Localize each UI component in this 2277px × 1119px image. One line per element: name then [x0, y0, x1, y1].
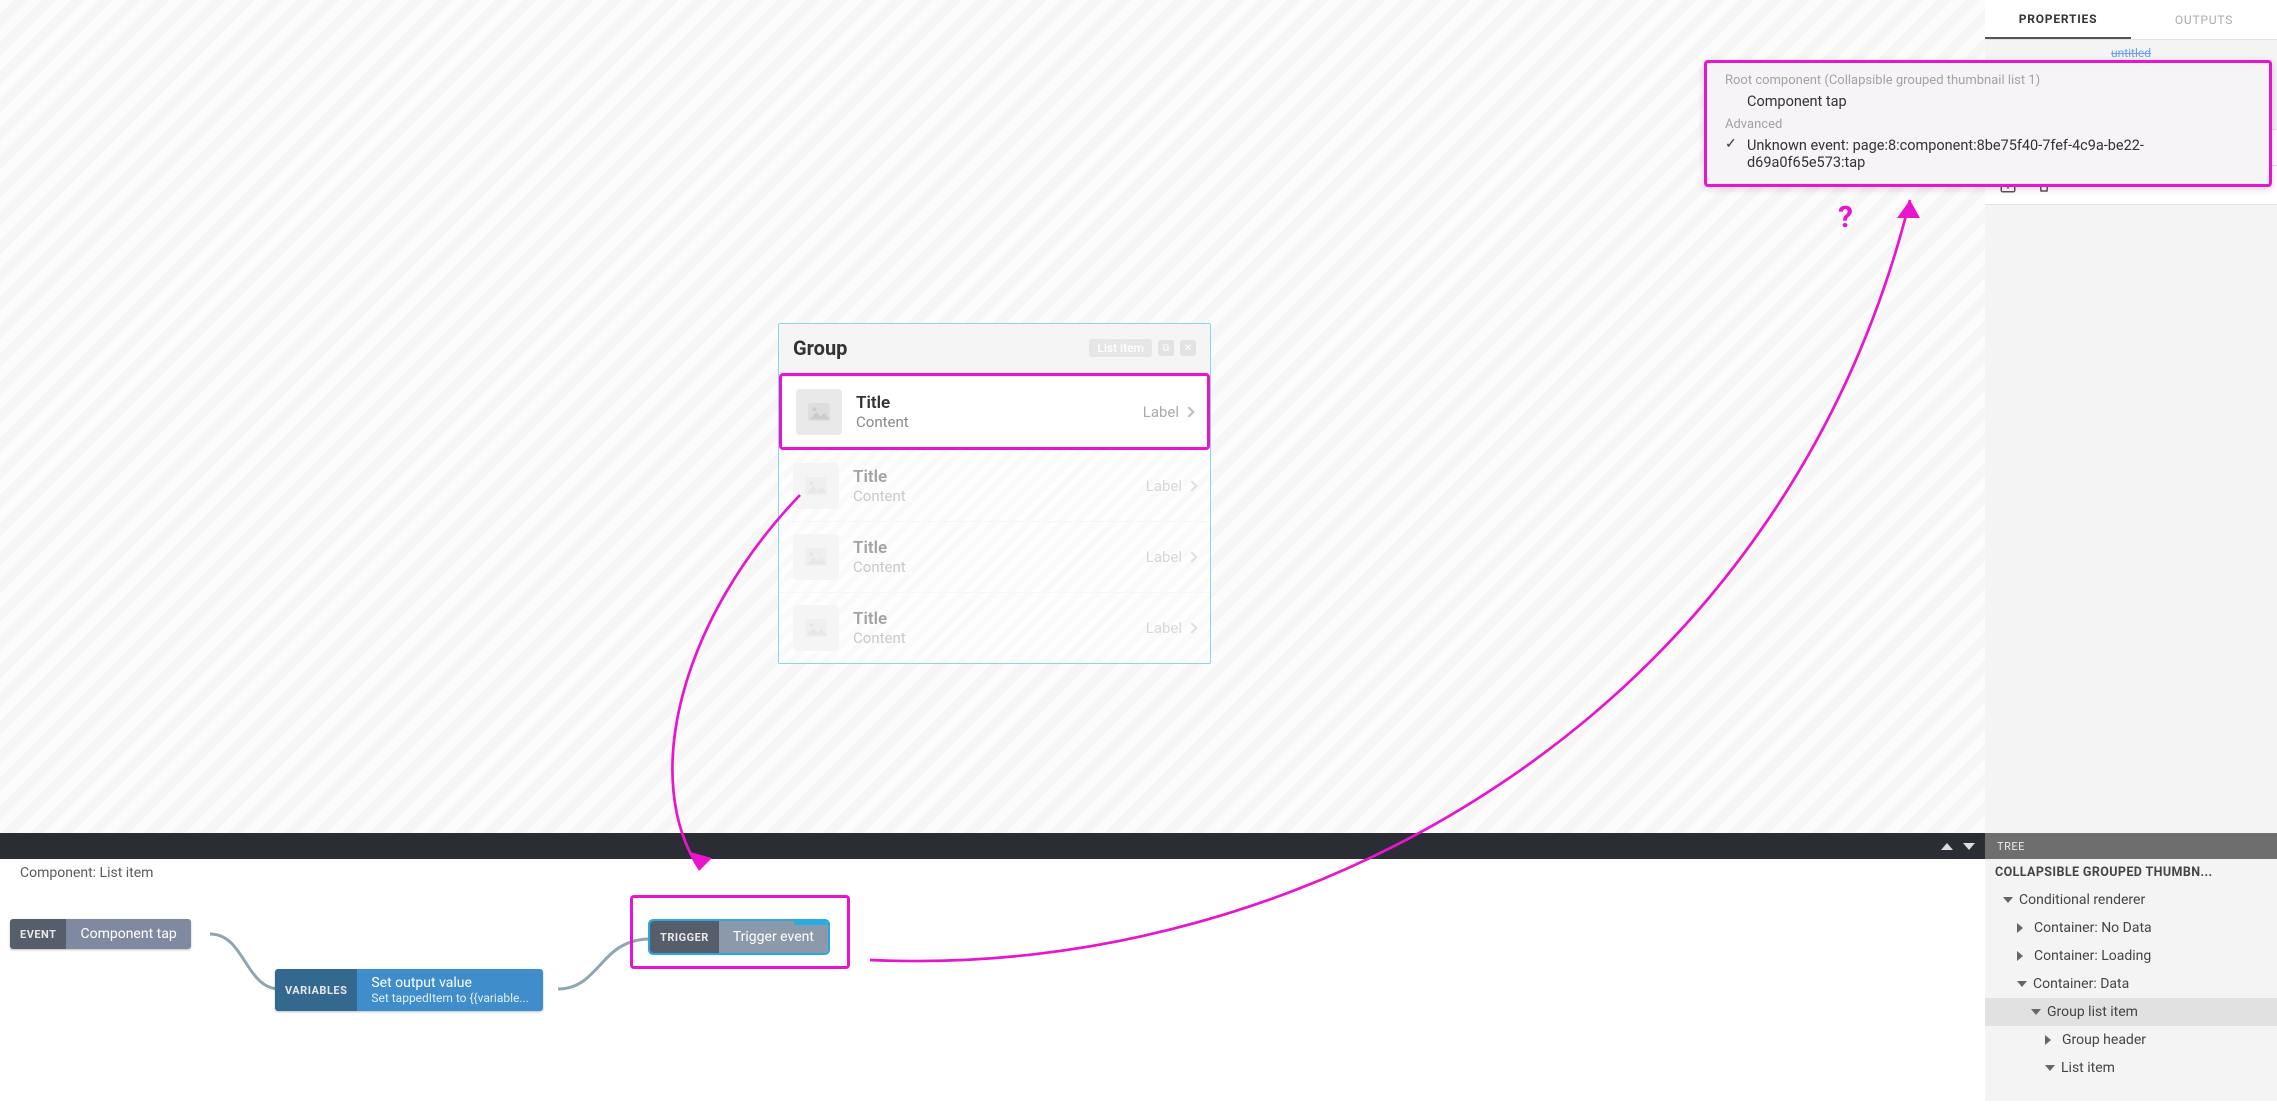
chevron-right-icon — [1186, 622, 1197, 633]
row-label: Label — [1146, 548, 1182, 566]
variables-node-subtitle: Set tappedItem to {{variable... — [371, 991, 529, 1005]
duplicate-icon[interactable]: ⧉ — [794, 921, 812, 925]
row-label: Label — [1146, 477, 1182, 495]
logic-panel-toolbar — [0, 833, 1985, 859]
tab-outputs[interactable]: OUTPUTS — [2131, 0, 2277, 39]
tree-header: TREE — [1985, 833, 2277, 859]
list-item-row[interactable]: TitleContent Label — [779, 521, 1210, 592]
trigger-node[interactable]: ⧉ ✕ TRIGGER Trigger event — [650, 921, 828, 953]
component-tree[interactable]: COLLAPSIBLE GROUPED THUMBN... Conditiona… — [1985, 859, 2277, 1101]
group-header: Group List item ⧉ ✕ — [779, 324, 1210, 373]
row-right: Label — [1143, 403, 1193, 421]
caret-down-icon — [2003, 897, 2013, 903]
copy-icon[interactable]: ⧉ — [1158, 340, 1174, 356]
right-panel-tabs: PROPERTIES OUTPUTS — [1985, 0, 2277, 40]
row-content: Content — [856, 413, 909, 431]
list-item-tag: List item — [1089, 339, 1152, 357]
tree-container-loading[interactable]: Container: Loading — [1985, 942, 2277, 970]
row-label: Label — [1146, 619, 1182, 637]
list-item-row-selected[interactable]: Title Content Label — [782, 376, 1207, 447]
variables-node[interactable]: VARIABLES Set output value Set tappedIte… — [275, 969, 543, 1011]
tree-container-nodata[interactable]: Container: No Data — [1985, 914, 2277, 942]
caret-right-icon — [2017, 951, 2028, 961]
tree-root[interactable]: COLLAPSIBLE GROUPED THUMBN... — [1985, 859, 2277, 886]
tree-group-list-item[interactable]: Group list item — [1985, 998, 2277, 1026]
image-icon — [796, 389, 842, 435]
event-node[interactable]: EVENT Component tap — [10, 919, 191, 949]
image-icon — [793, 534, 839, 580]
image-icon — [793, 605, 839, 651]
chevron-right-icon — [1183, 406, 1194, 417]
logic-editor[interactable]: Component: List item EVENT Component tap… — [0, 859, 1985, 1101]
trigger-node-cap: TRIGGER — [650, 921, 719, 953]
menu-group-root: Root component (Collapsible grouped thum… — [1707, 69, 2269, 90]
trigger-node-label: Trigger event — [733, 929, 814, 945]
tree-list-item[interactable]: List item — [1985, 1054, 2277, 1082]
event-node-cap: EVENT — [10, 919, 66, 949]
component-preview: Group List item ⧉ ✕ Title Content Label … — [778, 323, 1211, 664]
chevron-right-icon — [1186, 551, 1197, 562]
row-title: Title — [853, 609, 906, 629]
annotation-question-mark: ? — [1838, 200, 1853, 235]
caret-down-icon — [2031, 1009, 2041, 1015]
caret-right-icon — [2017, 923, 2028, 933]
expand-up-icon[interactable] — [1941, 843, 1953, 850]
group-title: Group — [793, 336, 847, 360]
row-title: Title — [856, 393, 909, 413]
tab-properties[interactable]: PROPERTIES — [1985, 0, 2131, 39]
collapse-down-icon[interactable] — [1963, 843, 1975, 850]
list-item-row[interactable]: TitleContent Label — [779, 450, 1210, 521]
close-icon[interactable]: ✕ — [1180, 340, 1196, 356]
image-icon — [793, 463, 839, 509]
event-picker-menu[interactable]: Root component (Collapsible grouped thum… — [1704, 60, 2272, 187]
tree-conditional-renderer[interactable]: Conditional renderer — [1985, 886, 2277, 914]
menu-group-advanced: Advanced — [1707, 113, 2269, 134]
variables-node-cap: VARIABLES — [275, 969, 357, 1011]
row-content: Content — [853, 487, 906, 505]
tree-group-header[interactable]: Group header — [1985, 1026, 2277, 1054]
menu-item-component-tap[interactable]: Component tap — [1707, 90, 2269, 113]
caret-down-icon — [2017, 981, 2027, 987]
chevron-right-icon — [1186, 480, 1197, 491]
list-item-row[interactable]: TitleContent Label — [779, 592, 1210, 663]
group-header-tag: List item ⧉ ✕ — [1089, 339, 1196, 357]
event-node-label: Component tap — [80, 926, 176, 942]
menu-item-unknown-event[interactable]: Unknown event: page:8:component:8be75f40… — [1707, 134, 2269, 174]
trigger-node-mini-toolbar: ⧉ ✕ — [794, 921, 828, 925]
row-title: Title — [853, 467, 906, 487]
row-label: Label — [1143, 403, 1179, 421]
highlight-selected-row: Title Content Label — [779, 373, 1210, 450]
row-text: Title Content — [856, 393, 909, 431]
variables-node-title: Set output value — [371, 975, 529, 991]
tree-container-data[interactable]: Container: Data — [1985, 970, 2277, 998]
row-content: Content — [853, 629, 906, 647]
row-title: Title — [853, 538, 906, 558]
row-content: Content — [853, 558, 906, 576]
caret-down-icon — [2045, 1065, 2055, 1071]
caret-right-icon — [2045, 1035, 2056, 1045]
delete-icon[interactable]: ✕ — [812, 921, 828, 925]
